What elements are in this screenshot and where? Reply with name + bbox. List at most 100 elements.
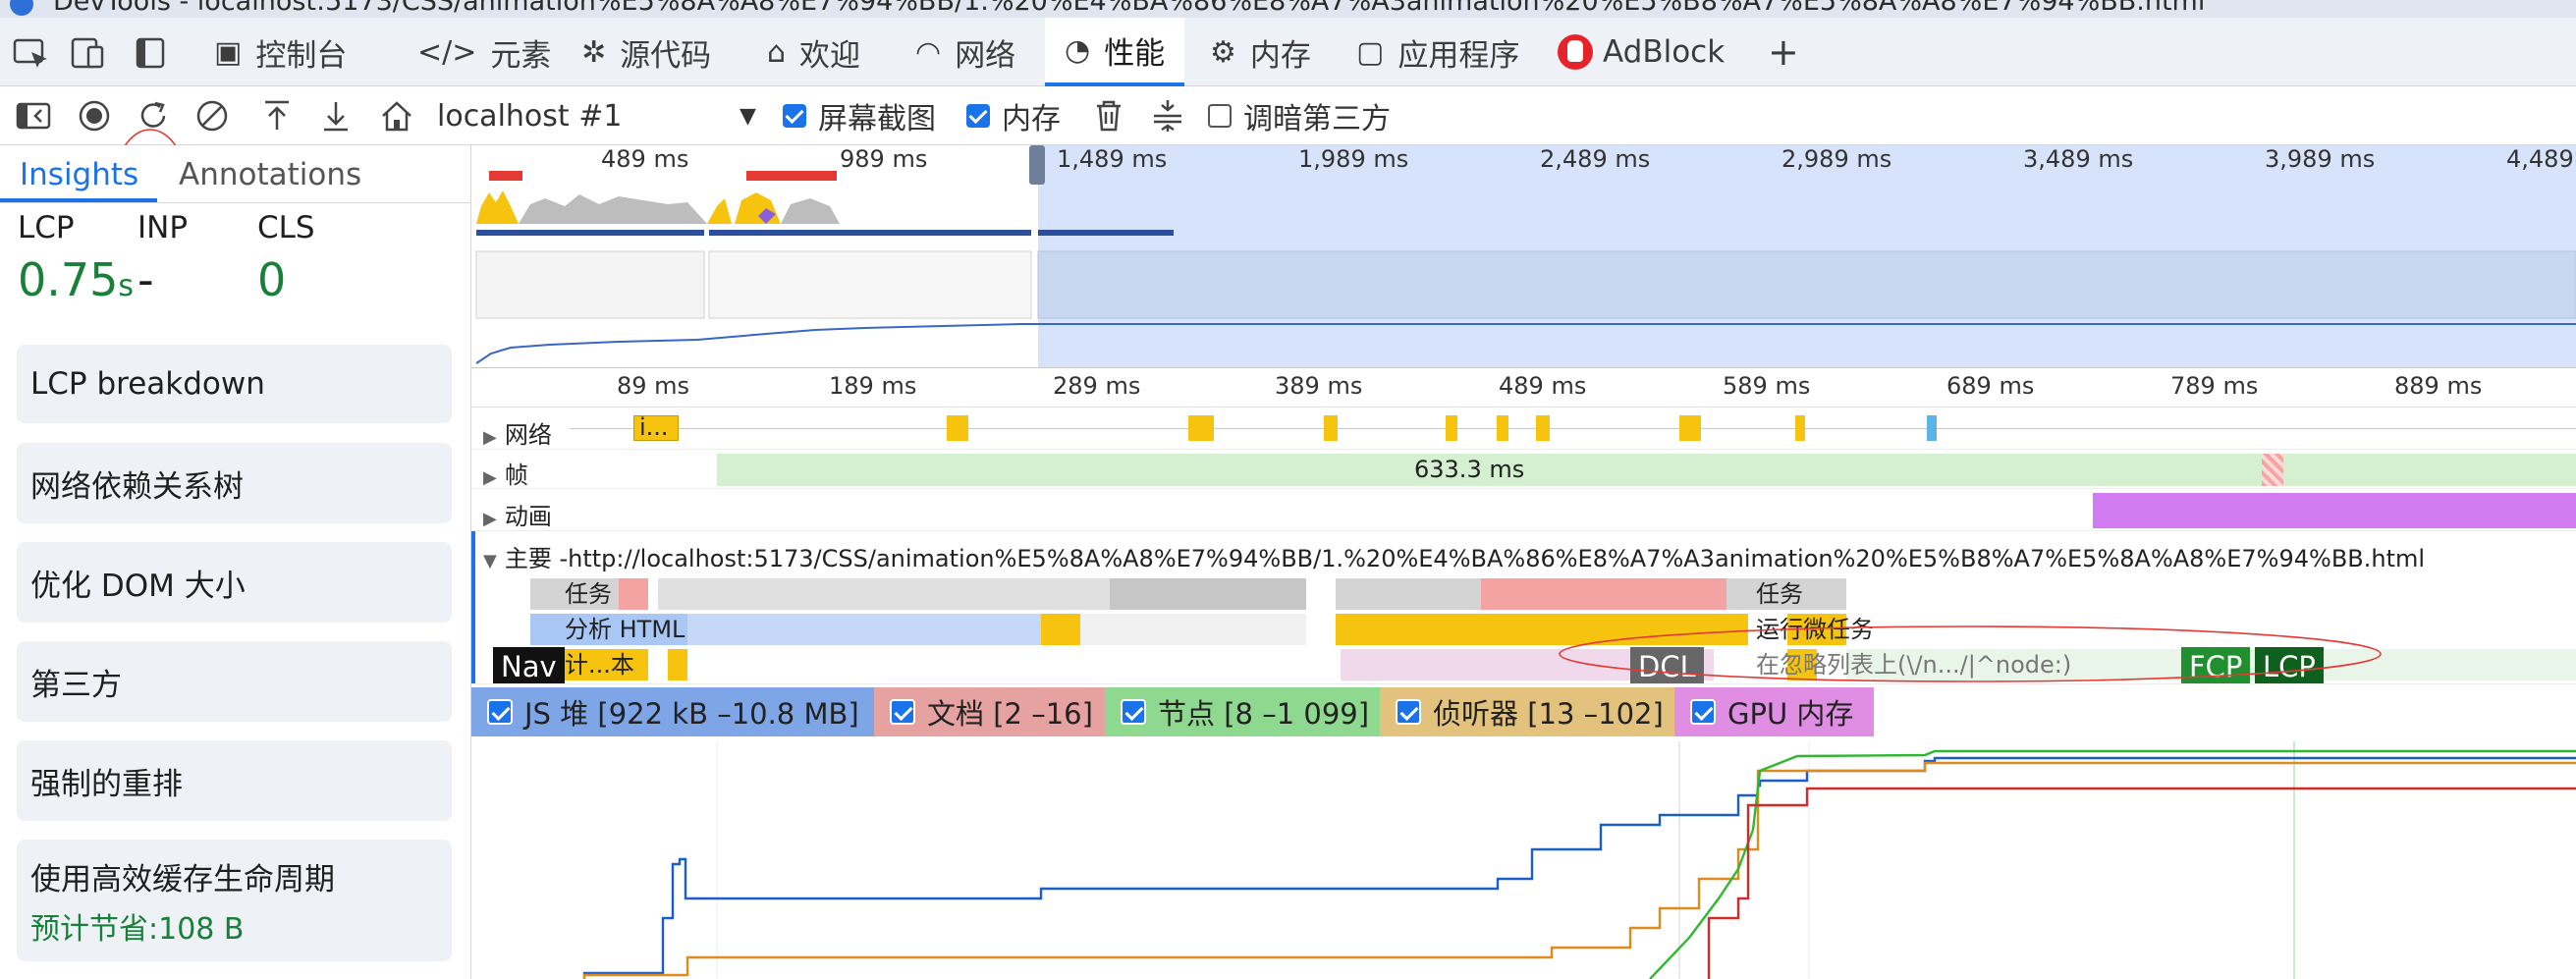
task-label[interactable]: 任务 [1756,579,1803,609]
bug-icon: ✲ [581,34,607,70]
adblock-icon [1558,34,1593,70]
device-toolbar-icon[interactable] [69,35,108,71]
screenshots-check-icon [783,104,806,128]
insight-cache-lifetime[interactable]: 使用高效缓存生命周期 预计节省:108 B [17,840,452,961]
network-request[interactable] [1679,415,1701,441]
js-heap-check-icon [487,699,513,725]
window-title-bar: DevTools - localhost:5173/CSS/animation%… [0,0,2576,18]
memory-counters-chart [471,741,2576,979]
target-select[interactable]: localhost #1 ▼ [437,96,771,136]
tab-sources[interactable]: ✲ 源代码 [581,18,711,86]
tab-memory[interactable]: ⚙ 内存 [1210,18,1311,86]
ruler-tick: 589 ms [1723,372,1811,400]
memory-check-icon [966,104,990,128]
animations-track-label[interactable]: ▶ 动画 [483,497,552,530]
metric-inp-value[interactable]: - [137,253,154,306]
legend-nodes[interactable]: 节点 [8 –1 099] [1105,687,1380,736]
tab-insights[interactable]: Insights [20,157,138,192]
window-icon: ▢ [1356,34,1385,70]
record-button[interactable] [75,96,114,136]
network-track-label[interactable]: ▶ 网络 [483,415,552,449]
add-tab-button[interactable]: + [1768,18,1799,86]
network-request[interactable]: i... [633,413,679,441]
tab-adblock[interactable]: AdBlock [1558,18,1725,86]
documents-check-icon [890,699,915,725]
network-request[interactable] [1536,415,1550,441]
legend-documents[interactable]: 文档 [2 –16] [874,687,1105,736]
sidebar-toggle-icon[interactable] [14,96,53,136]
collapse-tracks-icon[interactable] [1148,96,1187,136]
frames-track-label[interactable]: ▶ 帧 [483,456,528,488]
tab-elements[interactable]: </> 元素 [417,18,551,86]
ruler-tick: 789 ms [2170,372,2259,400]
main-thread-track-label[interactable]: ▼ 主要 -http://localhost:5173/CSS/animation… [483,539,2425,573]
tab-annotations[interactable]: Annotations [179,157,361,192]
insight-optimize-dom-size[interactable]: 优化 DOM 大小 [17,542,452,623]
tab-console[interactable]: ▣ 控制台 [214,18,347,86]
tab-application[interactable]: ▢ 应用程序 [1356,18,1519,86]
tab-welcome[interactable]: ⌂ 欢迎 [767,18,860,86]
network-request[interactable] [1324,415,1338,441]
main-thread-track[interactable]: ▼ 主要 -http://localhost:5173/CSS/animation… [471,531,2576,684]
parse-html-label[interactable]: 分析 HTML [565,615,685,644]
legend-listeners[interactable]: 侦听器 [13 –102] [1380,687,1674,736]
animations-track[interactable]: ▶ 动画 [471,489,2576,531]
insight-lcp-breakdown[interactable]: LCP breakdown [17,345,452,423]
memory-checkbox[interactable]: 内存 [966,96,1061,136]
devtools-tab-bar: ▣ 控制台 </> 元素 ✲ 源代码 ⌂ 欢迎 ◠ 网络 ◔ 性能 ⚙ 内存 ▢ 应用程序 Ad… [0,18,2576,86]
network-request[interactable] [1446,415,1457,441]
tab-performance[interactable]: ◔ 性能 [1045,18,1185,86]
devtools-app-icon [10,0,33,16]
frames-track[interactable]: ▶ 帧 633.3 ms [471,450,2576,489]
inspect-element-icon[interactable] [12,35,51,71]
network-request[interactable] [1795,415,1805,441]
console-icon: ▣ [214,34,243,70]
download-icon[interactable] [316,96,356,136]
dim-third-party-check-icon [1208,104,1232,128]
timeline-ruler: 89 ms 189 ms 289 ms 389 ms 489 ms 589 ms… [471,368,2576,408]
sidebar-tab-divider [0,202,471,203]
insight-third-parties[interactable]: 第三方 [17,641,452,722]
network-request[interactable] [1927,415,1937,441]
network-request[interactable] [1188,415,1214,441]
chevron-right-icon: ▶ [483,467,497,488]
window-title: DevTools - localhost:5173/CSS/animation%… [53,0,2206,17]
network-track[interactable]: ▶ 网络 i... [471,408,2576,450]
memory-legend: JS 堆 [922 kB –10.8 MB] 文档 [2 –16] 节点 [8 … [471,684,2576,741]
task-label[interactable]: 任务 [565,579,612,609]
ruler-tick: 889 ms [2394,372,2483,400]
ruler-tick: 389 ms [1275,372,1363,400]
timeline-overview[interactable]: 489 ms 989 ms 1,489 ms 1,989 ms 2,489 ms… [471,145,2576,368]
upload-icon[interactable] [257,96,297,136]
legend-gpu-memory[interactable]: GPU 内存 [1674,687,1874,736]
insight-forced-reflow[interactable]: 强制的重排 [17,740,452,821]
tab-network[interactable]: ◠ 网络 [915,18,1015,86]
legend-js-heap[interactable]: JS 堆 [922 kB –10.8 MB] [471,687,874,736]
clear-icon[interactable] [192,96,232,136]
code-icon: </> [417,34,477,70]
metric-cls-value[interactable]: 0 [257,253,286,306]
nodes-check-icon [1121,699,1146,725]
ruler-tick: 489 ms [1499,372,1587,400]
ruler-tick: 289 ms [1053,372,1141,400]
performance-toolbar: localhost #1 ▼ 屏幕截图 内存 调暗第三方 [0,86,2576,252]
network-baseline [570,428,2576,429]
metric-lcp-value[interactable]: 0.75s [18,253,134,306]
dock-side-icon[interactable] [132,35,171,71]
network-request[interactable] [1497,415,1508,441]
dim-third-party-checkbox[interactable]: 调暗第三方 [1208,96,1391,136]
script-label[interactable]: 计...本 [565,650,634,680]
home-icon[interactable] [377,96,416,136]
ruler-tick: 689 ms [1946,372,2035,400]
metric-inp-label: INP [137,210,189,245]
screenshots-checkbox[interactable]: 屏幕截图 [783,96,936,136]
insight-network-dependency-tree[interactable]: 网络依赖关系树 [17,443,452,523]
garbage-collect-icon[interactable] [1089,96,1128,136]
listeners-check-icon [1396,699,1421,725]
nav-marker[interactable]: Nav [493,647,565,683]
metric-lcp-label: LCP [18,210,75,245]
dropped-frame[interactable] [2262,454,2283,486]
animation-bar[interactable] [2093,493,2576,528]
frame-bar[interactable] [717,454,2576,486]
network-request[interactable] [947,415,968,441]
